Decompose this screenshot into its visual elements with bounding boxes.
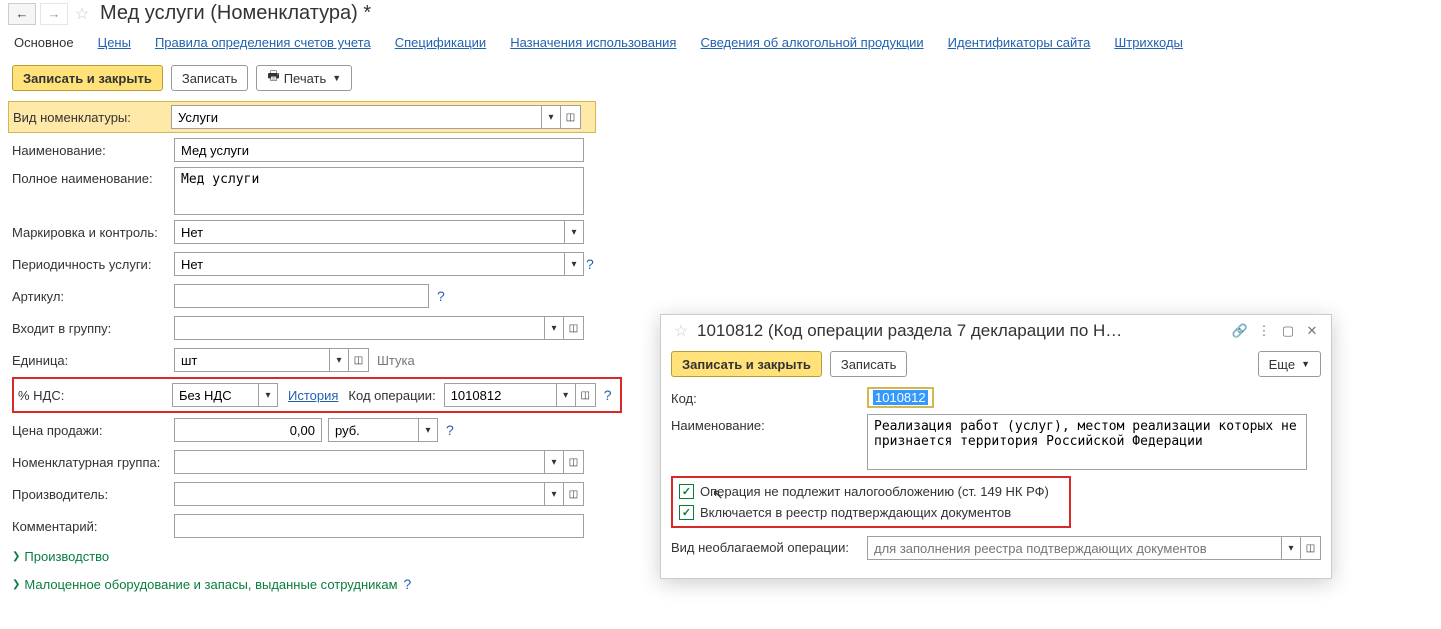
dialog-link-icon[interactable]: 🔗 (1231, 322, 1249, 340)
type-label: Вид номенклатуры: (13, 106, 171, 129)
price-input[interactable] (174, 418, 322, 442)
tab-prices[interactable]: Цены (98, 35, 131, 50)
checkbox-in-registry[interactable]: ✓ (679, 505, 694, 520)
period-label: Периодичность услуги: (12, 253, 174, 276)
unit-label: Единица: (12, 349, 174, 372)
dialog-maximize-icon[interactable]: ▢ (1279, 322, 1297, 340)
opcode-help[interactable]: ? (602, 387, 614, 403)
group-label: Входит в группу: (12, 317, 174, 340)
fullname-label: Полное наименование: (12, 167, 174, 190)
nomgroup-dropdown-button[interactable]: ▾ (544, 450, 564, 474)
checkbox-not-taxed[interactable]: ✓ (679, 484, 694, 499)
dialog-code-field[interactable]: 1010812 (867, 387, 934, 408)
dialog-more-icon[interactable]: ⋮ (1255, 322, 1273, 340)
manuf-dropdown-button[interactable]: ▾ (544, 482, 564, 506)
article-input[interactable] (174, 284, 429, 308)
nav-back-button[interactable]: ← (8, 3, 36, 25)
opcode-open-button[interactable]: ◫ (576, 383, 596, 407)
dialog-nontax-open[interactable]: ◫ (1301, 536, 1321, 560)
dialog-nontax-dropdown[interactable]: ▾ (1281, 536, 1301, 560)
tab-specs[interactable]: Спецификации (395, 35, 487, 50)
chevron-right-icon: ❯ (12, 579, 20, 590)
period-input[interactable] (174, 252, 564, 276)
tab-barcodes[interactable]: Штрихкоды (1114, 35, 1183, 50)
unit-description: Штука (377, 353, 415, 368)
nomgroup-label: Номенклатурная группа: (12, 451, 174, 474)
history-link[interactable]: История (288, 388, 338, 403)
unit-input[interactable] (174, 348, 329, 372)
tab-account-rules[interactable]: Правила определения счетов учета (155, 35, 371, 50)
vat-label: % НДС: (18, 384, 172, 407)
comment-input[interactable] (174, 514, 584, 538)
page-title: Мед услуги (Номенклатура) * (100, 2, 371, 25)
manuf-label: Производитель: (12, 483, 174, 506)
group-dropdown-button[interactable]: ▾ (544, 316, 564, 340)
dialog-name-textarea[interactable]: Реализация работ (услуг), местом реализа… (867, 414, 1307, 470)
chevron-down-icon: ▼ (1301, 359, 1310, 369)
write-and-close-button[interactable]: Записать и закрыть (12, 65, 163, 91)
write-button[interactable]: Записать (171, 65, 249, 91)
article-label: Артикул: (12, 285, 174, 308)
marking-label: Маркировка и контроль: (12, 221, 174, 244)
type-open-button[interactable]: ◫ (561, 105, 581, 129)
unit-dropdown-button[interactable]: ▾ (329, 348, 349, 372)
currency-input[interactable] (328, 418, 418, 442)
vat-dropdown-button[interactable]: ▾ (258, 383, 278, 407)
checkbox-in-registry-label: Включается в реестр подтверждающих докум… (700, 505, 1011, 520)
lowvalue-help[interactable]: ? (402, 576, 414, 592)
dialog-code-label: Код: (671, 387, 867, 406)
dialog-nontax-input[interactable] (867, 536, 1281, 560)
group-open-button[interactable]: ◫ (564, 316, 584, 340)
opcode-label: Код операции: (348, 388, 435, 403)
opcode-dropdown-button[interactable]: ▾ (556, 383, 576, 407)
nomgroup-open-button[interactable]: ◫ (564, 450, 584, 474)
group-input[interactable] (174, 316, 544, 340)
manuf-open-button[interactable]: ◫ (564, 482, 584, 506)
checkbox-not-taxed-label: Операция не подлежит налогообложению (ст… (700, 484, 1049, 499)
tab-site-ids[interactable]: Идентификаторы сайта (948, 35, 1091, 50)
price-label: Цена продажи: (12, 419, 174, 442)
marking-input[interactable] (174, 220, 564, 244)
print-icon: 🖶 (267, 67, 279, 89)
name-label: Наименование: (12, 139, 174, 162)
opcode-input[interactable] (444, 383, 556, 407)
dialog-write-button[interactable]: Записать (830, 351, 908, 377)
name-input[interactable] (174, 138, 584, 162)
tab-main[interactable]: Основное (14, 35, 74, 50)
price-help[interactable]: ? (444, 422, 456, 438)
type-input[interactable] (171, 105, 541, 129)
article-help[interactable]: ? (435, 288, 447, 304)
chevron-right-icon: ❯ (12, 551, 20, 562)
tabs-bar: Основное Цены Правила определения счетов… (0, 27, 1441, 57)
favorite-star-icon[interactable]: ☆ (72, 4, 92, 24)
nav-forward-button[interactable]: → (40, 3, 68, 25)
tab-alcohol[interactable]: Сведения об алкогольной продукции (700, 35, 923, 50)
comment-label: Комментарий: (12, 515, 174, 538)
dialog-write-close-button[interactable]: Записать и закрыть (671, 351, 822, 377)
chevron-down-icon: ▼ (332, 73, 341, 83)
type-dropdown-button[interactable]: ▾ (541, 105, 561, 129)
tab-usage[interactable]: Назначения использования (510, 35, 676, 50)
marking-dropdown-button[interactable]: ▾ (564, 220, 584, 244)
dialog-more-button[interactable]: Еще ▼ (1258, 351, 1321, 377)
vat-input[interactable] (172, 383, 258, 407)
dialog-title: 1010812 (Код операции раздела 7 декларац… (697, 321, 1225, 341)
dialog-nontax-label: Вид необлагаемой операции: (671, 536, 867, 555)
dialog-close-icon[interactable]: ✕ (1303, 322, 1321, 340)
fullname-textarea[interactable]: Мед услуги (174, 167, 584, 215)
period-help[interactable]: ? (584, 256, 596, 272)
dialog-star-icon[interactable]: ☆ (671, 321, 691, 341)
opcode-dialog: ☆ 1010812 (Код операции раздела 7 деклар… (660, 314, 1332, 579)
currency-dropdown-button[interactable]: ▾ (418, 418, 438, 442)
dialog-name-label: Наименование: (671, 414, 867, 433)
print-button[interactable]: 🖶 Печать ▼ (256, 65, 352, 91)
manuf-input[interactable] (174, 482, 544, 506)
period-dropdown-button[interactable]: ▾ (564, 252, 584, 276)
nomgroup-input[interactable] (174, 450, 544, 474)
unit-open-button[interactable]: ◫ (349, 348, 369, 372)
